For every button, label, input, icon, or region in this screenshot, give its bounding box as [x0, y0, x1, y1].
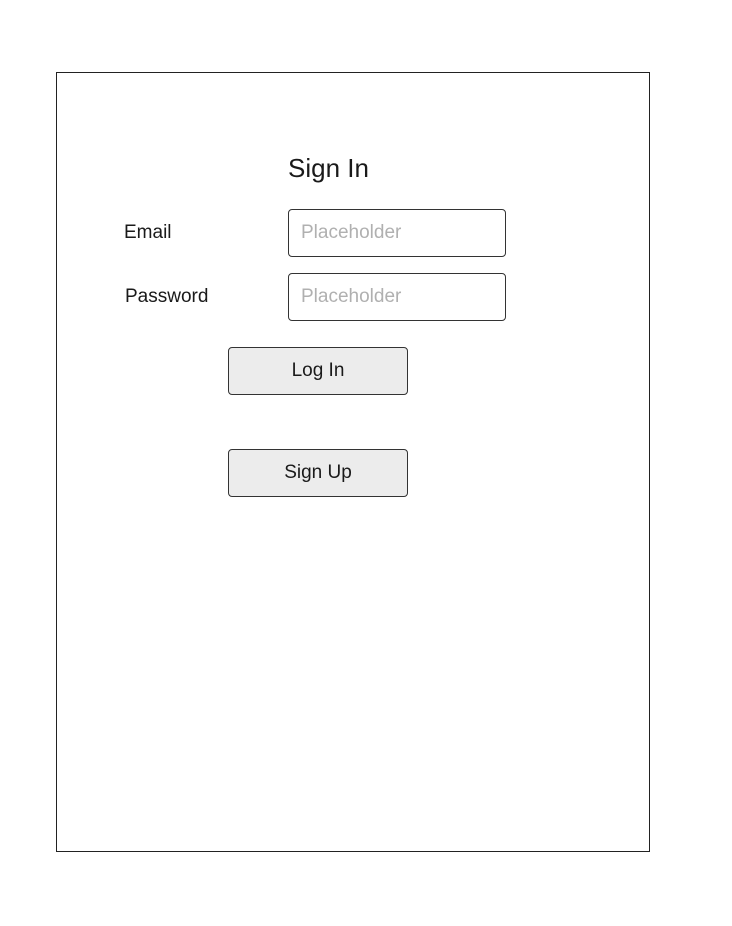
log-in-button[interactable]: Log In [228, 347, 408, 395]
email-field[interactable] [288, 209, 506, 257]
email-label: Email [124, 222, 172, 243]
page-title: Sign In [288, 153, 369, 183]
password-field[interactable] [288, 273, 506, 321]
sign-in-frame: Sign In Email Password Log In Sign Up [56, 72, 650, 852]
sign-up-button[interactable]: Sign Up [228, 449, 408, 497]
password-label: Password [125, 286, 209, 307]
